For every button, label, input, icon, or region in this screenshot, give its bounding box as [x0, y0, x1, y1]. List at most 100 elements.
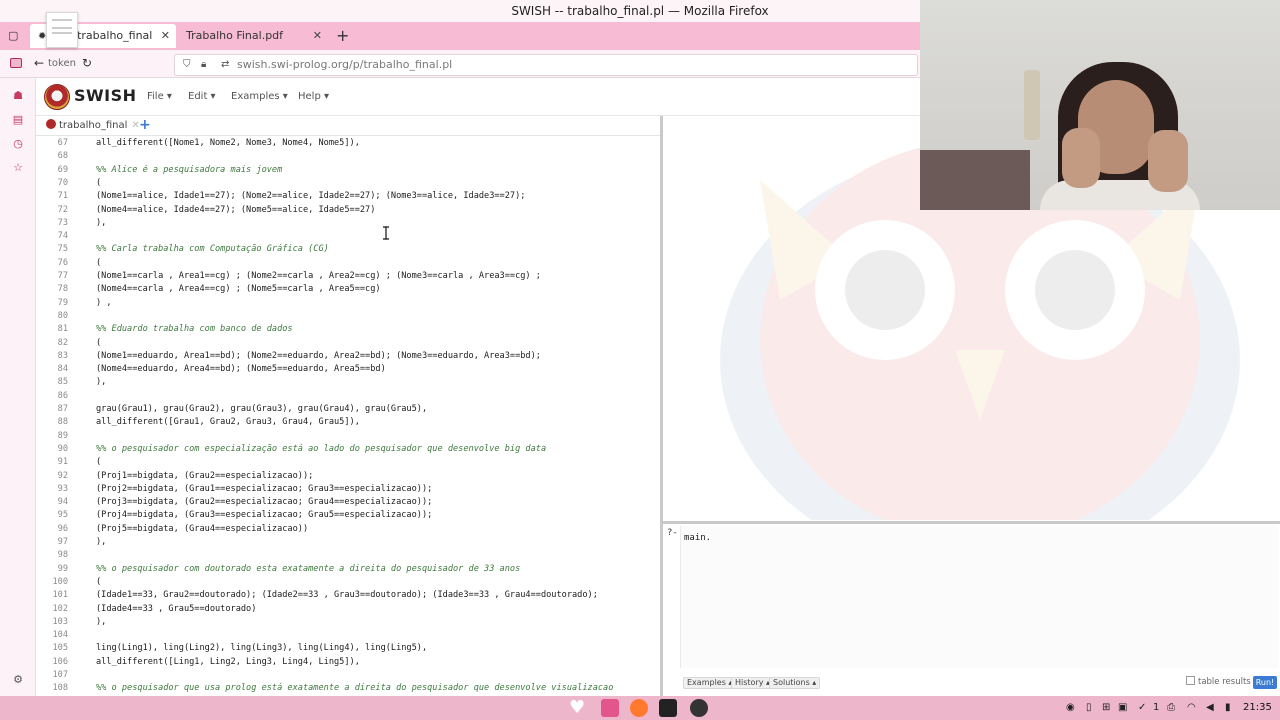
menu-examples[interactable]: Examples ▾ — [231, 91, 288, 102]
sidebar-settings-icon[interactable]: ⚙ — [11, 673, 25, 687]
code-line[interactable]: 97), — [36, 536, 660, 549]
code-line[interactable]: 71 (Nome1==alice, Idade1==27); (Nome2==al… — [36, 190, 660, 203]
code-line[interactable]: 91 ( — [36, 456, 660, 469]
sidebar-app-icon[interactable]: ☗ — [11, 89, 25, 103]
code-line[interactable]: 79) , — [36, 297, 660, 310]
query-prompt: ?- — [667, 528, 678, 538]
close-tab-icon[interactable]: ✕ — [313, 24, 322, 48]
sidebar-toggle-icon[interactable] — [10, 58, 22, 68]
close-tab-icon[interactable]: ✕ — [161, 24, 170, 48]
query-history-button[interactable]: History ▴ — [731, 677, 775, 689]
query-examples-button[interactable]: Examples ▴ — [683, 677, 737, 689]
volume-icon[interactable]: ◀ — [1206, 702, 1214, 713]
code-line[interactable]: 103), — [36, 616, 660, 629]
code-line[interactable]: 83 (Nome1==eduardo, Area1==bd); (Nome2==e… — [36, 350, 660, 363]
tray-keyboard-icon[interactable]: ⊞ — [1102, 702, 1110, 713]
table-results-checkbox[interactable]: table results — [1186, 676, 1251, 687]
url-host: swish.swi-prolog.org — [237, 58, 350, 71]
code-line[interactable]: 77 (Nome1==carla , Area1==cg) ; (Nome2==c… — [36, 270, 660, 283]
menu-help[interactable]: Help ▾ — [298, 91, 329, 102]
query-solutions-button[interactable]: Solutions ▴ — [769, 677, 821, 689]
tray-clipboard-icon[interactable]: ▯ — [1086, 702, 1092, 713]
code-line[interactable]: 100 ( — [36, 576, 660, 589]
code-text: (Proj3==bigdata, (Grau2==especializacao;… — [96, 497, 433, 508]
heart-app-icon[interactable]: ♥ — [569, 697, 585, 718]
code-line[interactable]: 93 (Proj2==bigdata, (Grau1==especializaca… — [36, 483, 660, 496]
code-line[interactable]: 73), — [36, 217, 660, 230]
code-line[interactable]: 108 %% o pesquisador que usa prolog está … — [36, 682, 660, 695]
code-line[interactable]: 67 all_different([Nome1, Nome2, Nome3, No… — [36, 137, 660, 150]
code-text: (Proj4==bigdata, (Grau3==especializacao;… — [96, 510, 433, 521]
tab-label: Trabalho Final.pdf — [186, 29, 284, 42]
editor-tab-trabalho-final[interactable]: trabalho_final ✕ — [46, 119, 140, 131]
tray-update-icon[interactable]: ✓ — [1138, 702, 1146, 713]
code-text: ( — [96, 177, 102, 188]
back-icon[interactable]: ← — [34, 56, 44, 70]
code-line[interactable]: 102 (Idade4==33 , Grau5==doutorado) — [36, 603, 660, 616]
code-line[interactable]: 95 (Proj4==bigdata, (Grau3==especializaca… — [36, 509, 660, 522]
code-line[interactable]: 88 all_different([Grau1, Grau2, Grau3, Gr… — [36, 416, 660, 429]
query-editor[interactable] — [680, 526, 1278, 668]
line-number: 72 — [57, 204, 68, 215]
code-line[interactable]: 107 — [36, 669, 660, 682]
code-line[interactable]: 70 ( — [36, 177, 660, 190]
code-line[interactable]: 101 (Idade1==33, Grau2==doutorado); (Idad… — [36, 589, 660, 602]
code-text: (Proj1==bigdata, (Grau2==especializacao)… — [96, 470, 314, 481]
sidebar-bookmarks-icon[interactable]: ▤ — [11, 113, 25, 127]
code-line[interactable]: 84 (Nome4==eduardo, Area4==bd); (Nome5==e… — [36, 363, 660, 376]
code-line[interactable]: 90 %% o pesquisador com especialização es… — [36, 443, 660, 456]
new-tab-icon[interactable]: + — [336, 26, 349, 45]
code-line[interactable]: 76 ( — [36, 257, 660, 270]
code-line[interactable]: 99 %% o pesquisador com doutorado esta ex… — [36, 563, 660, 576]
code-line[interactable]: 68 — [36, 150, 660, 163]
terminal-icon[interactable] — [659, 699, 677, 717]
line-number: 104 — [52, 630, 68, 641]
code-text: all_different([Grau1, Grau2, Grau3, Grau… — [96, 417, 360, 428]
run-button[interactable]: Run! — [1253, 676, 1277, 689]
line-number: 67 — [57, 138, 68, 148]
url-bar[interactable]: ⛉ 🔒︎ ⇄ swish.swi-prolog.org/p/trabalho_f… — [174, 54, 918, 76]
code-line[interactable]: 106 all_different([Ling1, Ling2, Ling3, L… — [36, 656, 660, 669]
code-editor[interactable]: 67 all_different([Nome1, Nome2, Nome3, No… — [36, 136, 660, 696]
screen-recorder-icon[interactable] — [690, 699, 708, 717]
code-line[interactable]: 98 — [36, 549, 660, 562]
code-line[interactable]: 80 — [36, 310, 660, 323]
battery-icon[interactable]: ▮ — [1225, 702, 1231, 713]
code-line[interactable]: 82 ( — [36, 337, 660, 350]
code-line[interactable]: 78 (Nome4==carla , Area4==cg) ; (Nome5==c… — [36, 283, 660, 296]
tray-window-icon[interactable]: ▣ — [1118, 702, 1127, 713]
swish-logo-text[interactable]: SWISH — [74, 86, 137, 105]
code-line[interactable]: 96 (Proj5==bigdata, (Grau4==especializaca… — [36, 523, 660, 536]
tray-app-icon[interactable]: ◉ — [1066, 702, 1075, 713]
code-line[interactable]: 81 %% Eduardo trabalha com banco de dados — [36, 323, 660, 336]
menu-edit[interactable]: Edit ▾ — [188, 91, 216, 102]
code-line[interactable]: 105 ling(Ling1), ling(Ling2), ling(Ling3)… — [36, 642, 660, 655]
checkbox-icon[interactable] — [1186, 676, 1195, 685]
firefox-icon[interactable] — [630, 699, 648, 717]
code-line[interactable]: 69 %% Alice é a pesquisadora mais jovem — [36, 164, 660, 177]
line-number: 86 — [57, 390, 68, 401]
code-line[interactable]: 94 (Proj3==bigdata, (Grau2==especializaca… — [36, 496, 660, 509]
sidebar-star-icon[interactable]: ☆ — [11, 161, 25, 175]
printer-icon[interactable]: ⎙ — [1167, 702, 1175, 713]
code-line[interactable]: 87 grau(Grau1), grau(Grau2), grau(Grau3),… — [36, 403, 660, 416]
code-line[interactable]: 72 (Nome4==alice, Idade4==27); (Nome5==al… — [36, 204, 660, 217]
code-line[interactable]: 74 — [36, 230, 660, 243]
wifi-icon[interactable]: ◠ — [1187, 702, 1196, 713]
code-line[interactable]: 86 — [36, 390, 660, 403]
code-line[interactable]: 75 %% Carla trabalha com Computação Gráfi… — [36, 243, 660, 256]
code-text: (Idade1==33, Grau2==doutorado); (Idade2=… — [96, 590, 598, 601]
tab-overview-icon[interactable]: ▢ — [8, 29, 18, 42]
code-line[interactable]: 104 — [36, 629, 660, 642]
code-line[interactable]: 92 (Proj1==bigdata, (Grau2==especializaca… — [36, 470, 660, 483]
files-app-icon[interactable] — [601, 699, 619, 717]
code-line[interactable]: 85), — [36, 376, 660, 389]
sidebar-history-icon[interactable]: ◷ — [11, 137, 25, 151]
code-line[interactable]: 89 — [36, 430, 660, 443]
tab-pdf[interactable]: Trabalho Final.pdf ✕ — [178, 24, 328, 48]
reload-icon[interactable]: ↻ — [82, 56, 92, 70]
menu-file[interactable]: File ▾ — [147, 91, 172, 102]
query-input[interactable]: main. — [684, 533, 711, 543]
add-tab-icon[interactable]: + — [139, 117, 151, 133]
swish-logo-icon[interactable] — [44, 84, 70, 110]
